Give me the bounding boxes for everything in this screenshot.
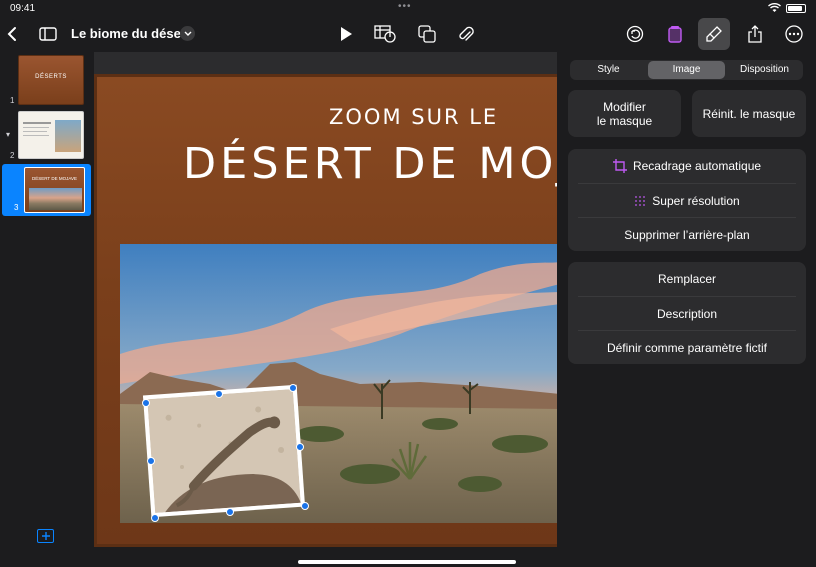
disclosure-triangle-icon[interactable]: ▾: [6, 130, 10, 139]
plus-icon: [41, 532, 50, 540]
auto-crop-button[interactable]: Recadrage automatique: [568, 149, 806, 183]
home-indicator[interactable]: [298, 560, 516, 564]
slide[interactable]: ZOOM SUR LE DÉSERT DE MOJAVE: [94, 74, 665, 547]
replace-button[interactable]: Remplacer: [568, 262, 806, 296]
reset-mask-button[interactable]: Réinit. le masque: [692, 90, 806, 137]
remove-background-label: Supprimer l’arrière-plan: [624, 227, 750, 242]
status-icons: [768, 3, 806, 13]
image-actions-group: Remplacer Description Définir comme para…: [568, 262, 806, 364]
selection-handle[interactable]: [215, 390, 223, 398]
format-inspector: Style Image Disposition Modifier le masq…: [557, 52, 816, 567]
set-placeholder-label: Définir comme paramètre fictif: [606, 340, 768, 355]
selection-handle[interactable]: [301, 502, 309, 510]
undo-icon[interactable]: [619, 18, 651, 50]
document-icon[interactable]: [659, 18, 691, 50]
lizard-image[interactable]: [142, 384, 306, 518]
slide-thumbnail-2[interactable]: [18, 111, 84, 159]
slide-subtitle[interactable]: ZOOM SUR LE: [329, 105, 498, 129]
slide-number: 2: [10, 151, 15, 160]
tab-style[interactable]: Style: [570, 60, 647, 80]
set-placeholder-button[interactable]: Définir comme paramètre fictif: [578, 330, 796, 364]
selection-handle[interactable]: [226, 508, 234, 516]
attachment-icon[interactable]: [450, 18, 482, 50]
share-icon[interactable]: [739, 18, 771, 50]
slide-number: 3: [14, 203, 19, 212]
replace-label: Remplacer: [657, 272, 717, 286]
multitasking-dots[interactable]: •••: [398, 1, 412, 12]
description-label: Description: [656, 306, 718, 321]
slide-thumbnail-1[interactable]: DÉSERTS: [18, 55, 84, 105]
add-slide-button[interactable]: [37, 529, 54, 543]
status-time: 09:41: [10, 3, 36, 14]
slide-navigator: DÉSERTS 1 ▾ 2 DÉSERT DE MOJAVE 3: [0, 52, 94, 547]
sidebar-icon[interactable]: [32, 18, 64, 50]
inspector-tabs: Style Image Disposition: [570, 60, 803, 80]
slide-number: 1: [10, 96, 15, 105]
table-chart-icon[interactable]: [369, 18, 401, 50]
play-icon[interactable]: [330, 18, 362, 50]
super-resolution-icon: [635, 195, 646, 206]
auto-crop-label: Recadrage automatique: [632, 159, 762, 173]
slide-canvas[interactable]: ZOOM SUR LE DÉSERT DE MOJAVE: [94, 52, 665, 547]
chevron-down-icon[interactable]: [180, 26, 195, 41]
tab-disposition[interactable]: Disposition: [726, 60, 803, 80]
edit-mask-button[interactable]: Modifier le masque: [568, 90, 681, 137]
tab-image[interactable]: Image: [648, 61, 725, 79]
back-chevron-icon[interactable]: [0, 18, 28, 50]
image-tools-group: Recadrage automatique Super résolution S…: [568, 149, 806, 251]
selection-handle[interactable]: [142, 399, 150, 407]
document-title[interactable]: Le biome du désert: [71, 26, 190, 41]
super-resolution-label: Super résolution: [652, 193, 740, 208]
toolbar: Le biome du désert: [0, 16, 816, 52]
format-paintbrush-icon[interactable]: [698, 18, 730, 50]
description-button[interactable]: Description: [578, 296, 796, 330]
more-icon[interactable]: [778, 18, 810, 50]
selection-handle[interactable]: [296, 443, 304, 451]
selection-handle[interactable]: [147, 457, 155, 465]
slide-thumbnail-3[interactable]: DÉSERT DE MOJAVE: [24, 167, 85, 213]
remove-background-button[interactable]: Supprimer l’arrière-plan: [578, 217, 796, 251]
wifi-icon: [768, 3, 781, 12]
slide-thumbnail-title: DÉSERT DE MOJAVE: [31, 176, 77, 181]
slide-thumbnail-title: DÉSERTS: [35, 74, 67, 80]
crop-icon: [612, 159, 627, 173]
shapes-icon[interactable]: [411, 18, 443, 50]
selection-handle[interactable]: [289, 384, 297, 392]
lizard-photo: [147, 389, 301, 513]
battery-icon: [786, 3, 806, 13]
selection-handle[interactable]: [151, 514, 159, 522]
super-resolution-button[interactable]: Super résolution: [578, 183, 796, 217]
